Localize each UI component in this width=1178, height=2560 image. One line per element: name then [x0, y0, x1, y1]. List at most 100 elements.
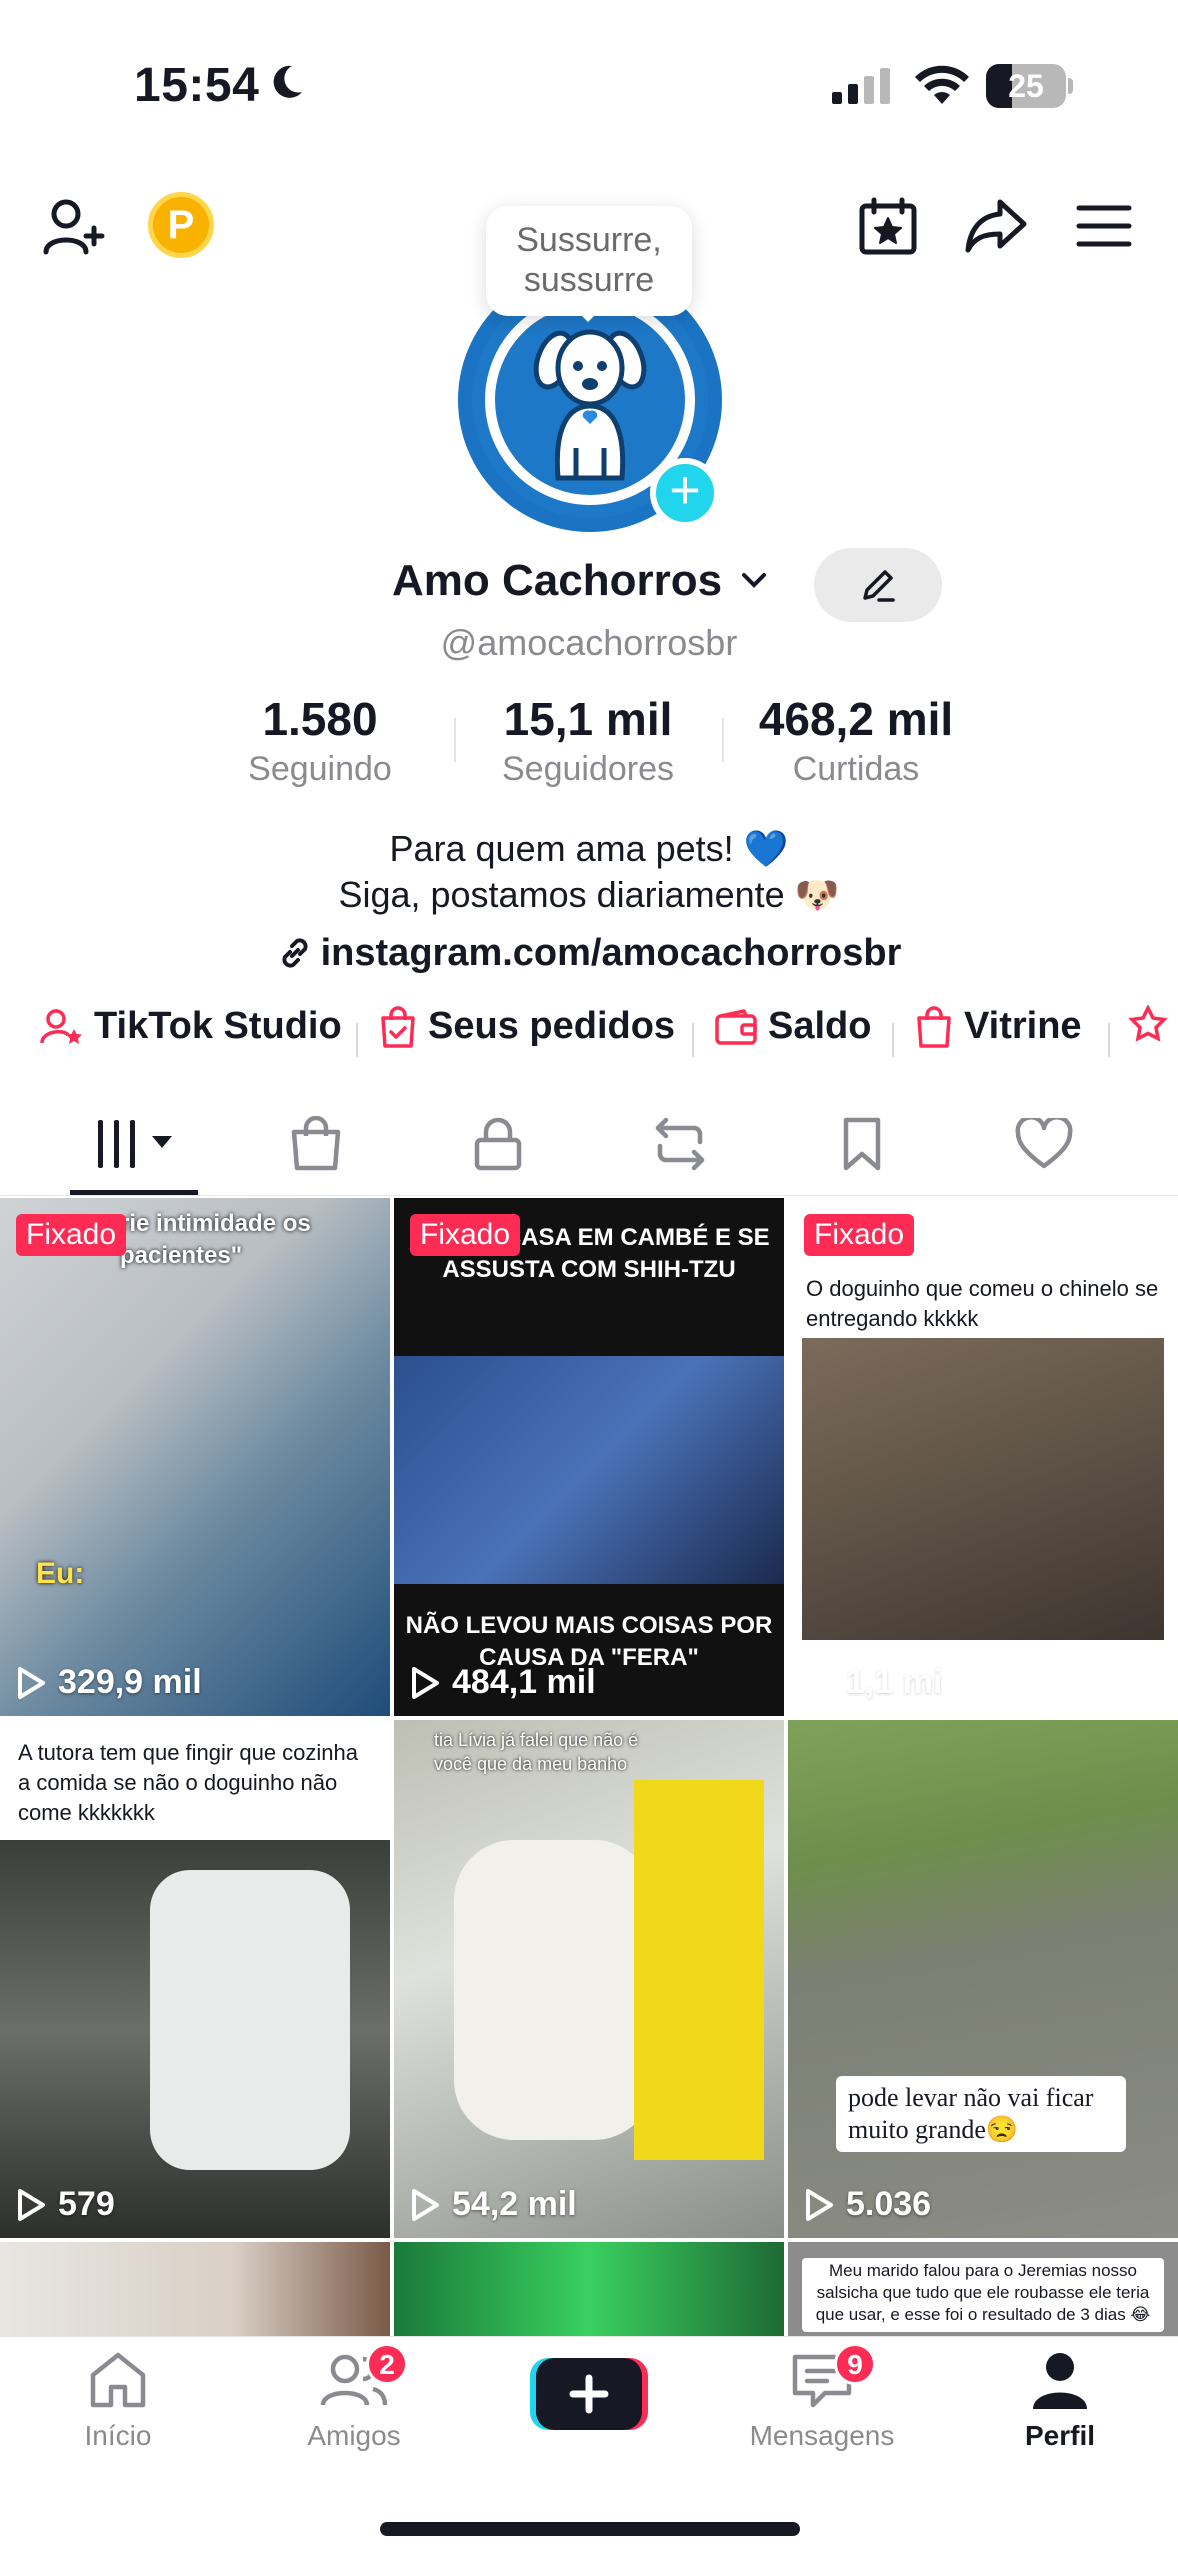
- pinned-badge: Fixado: [804, 1214, 915, 1256]
- tool-divider: [356, 1023, 358, 1057]
- calendar-star-icon: [859, 197, 917, 255]
- profile-note-bubble[interactable]: Sussurre, sussurre: [486, 206, 692, 316]
- tool-divider: [892, 1023, 894, 1057]
- stat-following-value: 1.580: [262, 693, 378, 745]
- video-frame: [802, 1338, 1164, 1640]
- profile-icon: [1033, 2353, 1087, 2409]
- stat-likes[interactable]: 468,2 mil Curtidas: [736, 692, 976, 789]
- video-caption: rie intimidade os pacientes": [120, 1210, 311, 1269]
- pinned-badge: Fixado: [410, 1214, 521, 1256]
- heart-icon: [1015, 1118, 1073, 1169]
- tab-liked[interactable]: [994, 1104, 1094, 1184]
- view-count: 484,1 mil: [410, 1663, 596, 1702]
- video-thumbnail[interactable]: [394, 2242, 784, 2336]
- stat-divider: [722, 718, 724, 762]
- play-icon: [806, 1666, 833, 1699]
- add-friend-button[interactable]: [38, 190, 110, 262]
- battery-percent: 25: [1008, 68, 1044, 104]
- view-count-text: 484,1 mil: [452, 1663, 596, 1701]
- showcase-button[interactable]: Vitrine: [914, 1005, 1082, 1048]
- nav-friends-label: Amigos: [307, 2420, 401, 2451]
- status-time: 15:54: [134, 59, 260, 112]
- balance-button[interactable]: Saldo: [714, 1005, 871, 1048]
- profile-name[interactable]: Amo Cachorros: [392, 556, 722, 606]
- stat-divider: [454, 718, 456, 762]
- bag-check-icon: [381, 1005, 415, 1048]
- calendar-button[interactable]: [852, 190, 924, 262]
- coins-button[interactable]: P: [148, 192, 214, 258]
- bio-line-1: Para quem ama pets! 💙: [389, 828, 789, 869]
- tool-label: Saldo: [768, 1005, 872, 1047]
- add-story-button[interactable]: +: [650, 458, 720, 528]
- video-thumbnail[interactable]: tia Lívia já falei que não é você que da…: [394, 1720, 784, 2238]
- play-icon: [412, 1666, 439, 1699]
- hamburger-icon: [1076, 205, 1132, 247]
- tool-label: Vitrine: [964, 1005, 1082, 1047]
- more-tools-button[interactable]: [1126, 1005, 1170, 1047]
- video-thumbnail[interactable]: O doguinho que comeu o chinelo se entreg…: [788, 1198, 1178, 1716]
- video-thumbnail[interactable]: pode levar não vai ficar muito grande😒 5…: [788, 1720, 1178, 2238]
- video-caption: Eu:: [36, 1557, 85, 1590]
- wifi-icon: [915, 65, 969, 104]
- tab-favorites[interactable]: [812, 1104, 912, 1184]
- nav-friends[interactable]: Amigos 2: [274, 2343, 434, 2452]
- tab-videos[interactable]: [84, 1104, 194, 1184]
- nav-profile[interactable]: Perfil: [980, 2351, 1140, 2452]
- menu-button[interactable]: [1068, 190, 1140, 262]
- view-count: 329,9 mil: [16, 1663, 202, 1702]
- bubble-tail: [574, 308, 602, 322]
- edit-profile-button[interactable]: [814, 548, 942, 622]
- stat-following[interactable]: 1.580 Seguindo: [200, 692, 440, 789]
- nav-messages[interactable]: Mensagens 9: [742, 2343, 902, 2452]
- tool-label: TikTok Studio: [94, 1005, 342, 1047]
- add-person-icon: [43, 199, 105, 255]
- stat-likes-label: Curtidas: [792, 750, 920, 788]
- video-frame: [394, 1356, 784, 1584]
- view-count: 1,1 mi: [804, 1663, 942, 1702]
- battery-indicator: 25: [986, 64, 1073, 108]
- profile-link[interactable]: instagram.com/amocachorrosbr: [0, 932, 1178, 975]
- grid-bars-icon: [98, 1120, 172, 1168]
- play-icon: [18, 2188, 45, 2221]
- profile-link-text: instagram.com/amocachorrosbr: [320, 932, 902, 974]
- tab-shop[interactable]: [266, 1104, 366, 1184]
- video-caption: tia Lívia já falei que não é você que da…: [434, 1730, 639, 1774]
- video-frame: [634, 1780, 764, 2160]
- pinned-badge: Fixado: [16, 1214, 127, 1256]
- friends-badge: 2: [366, 2343, 408, 2385]
- shopping-bag-icon: [291, 1116, 341, 1171]
- video-thumbnail[interactable]: A tutora tem que fingir que cozinha a co…: [0, 1720, 390, 2238]
- tool-divider: [1108, 1023, 1110, 1057]
- video-frame: [150, 1870, 350, 2170]
- creator-tools-row: TikTok Studio Seus pedidos Saldo Vitrine: [0, 1005, 1178, 1065]
- video-thumbnail[interactable]: rie intimidade os pacientes" Eu: Fixado …: [0, 1198, 390, 1716]
- view-count: 54,2 mil: [410, 2185, 577, 2224]
- video-thumbnail[interactable]: Meu marido falou para o Jeremias nosso s…: [788, 2242, 1178, 2336]
- view-count-text: 1,1 mi: [846, 1663, 943, 1701]
- tiktok-studio-button[interactable]: TikTok Studio: [40, 1005, 342, 1048]
- shopping-bag-icon: [917, 1005, 951, 1048]
- video-caption: Meu marido falou para o Jeremias nosso s…: [815, 2261, 1151, 2324]
- lock-icon: [474, 1117, 522, 1171]
- video-thumbnail[interactable]: [0, 2242, 390, 2336]
- profile-handle: @amocachorrosbr: [440, 622, 738, 663]
- stat-following-label: Seguindo: [248, 750, 392, 788]
- stat-followers[interactable]: 15,1 mil Seguidores: [468, 692, 708, 789]
- bookmark-icon: [843, 1117, 881, 1171]
- chevron-down-icon[interactable]: [740, 570, 768, 590]
- tool-divider: [692, 1023, 694, 1057]
- play-icon: [806, 2188, 833, 2221]
- share-arrow-icon: [965, 199, 1027, 253]
- play-icon: [18, 1666, 45, 1699]
- create-button[interactable]: [530, 2356, 648, 2432]
- nav-profile-label: Perfil: [1024, 2420, 1096, 2451]
- tabs-divider: [0, 1195, 1178, 1196]
- view-count-text: 329,9 mil: [58, 1663, 202, 1701]
- nav-home[interactable]: Início: [38, 2351, 198, 2452]
- video-thumbnail[interactable]: INVADE CASA EM CAMBÉ E SE ASSUSTA COM SH…: [394, 1198, 784, 1716]
- tab-private[interactable]: [448, 1104, 548, 1184]
- tab-reposts[interactable]: [630, 1104, 730, 1184]
- share-button[interactable]: [960, 190, 1032, 262]
- home-indicator: [380, 2522, 800, 2536]
- orders-button[interactable]: Seus pedidos: [378, 1005, 675, 1048]
